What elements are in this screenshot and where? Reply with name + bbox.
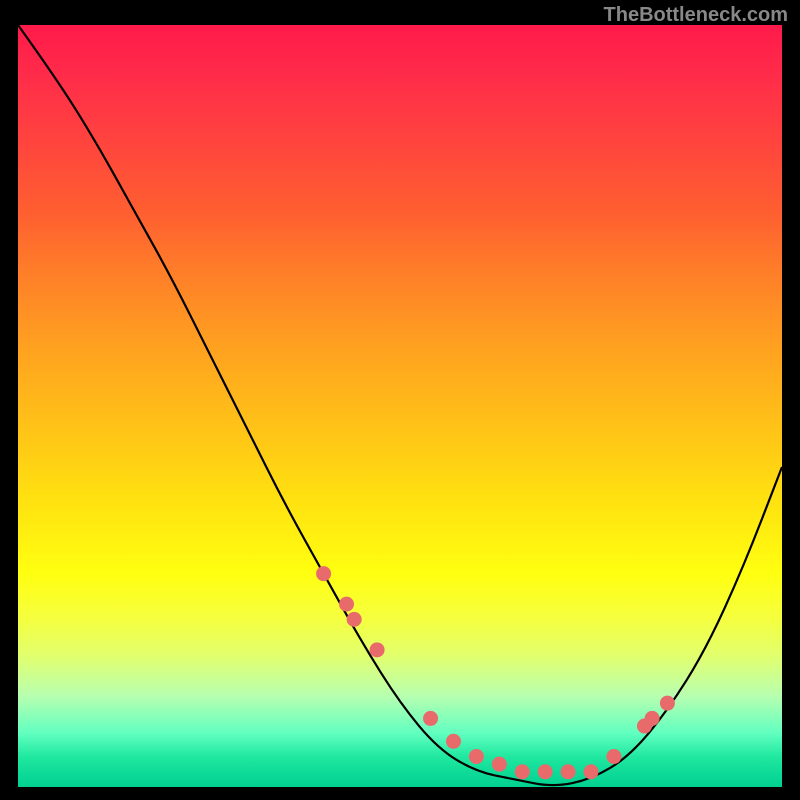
marker-dot bbox=[370, 642, 385, 657]
marker-dot bbox=[446, 734, 461, 749]
marker-dot bbox=[515, 764, 530, 779]
marker-dot bbox=[606, 749, 621, 764]
marker-dot bbox=[339, 597, 354, 612]
marker-dot bbox=[645, 711, 660, 726]
marker-dot bbox=[492, 757, 507, 772]
marker-dot bbox=[469, 749, 484, 764]
plot-area bbox=[18, 25, 782, 787]
marker-dot bbox=[538, 764, 553, 779]
marker-dot bbox=[660, 696, 675, 711]
marker-dot bbox=[316, 566, 331, 581]
marker-dot bbox=[561, 764, 576, 779]
marker-dot bbox=[347, 612, 362, 627]
marker-dot bbox=[584, 764, 599, 779]
watermark-text: TheBottleneck.com bbox=[604, 4, 788, 27]
marker-dots bbox=[316, 566, 675, 779]
curve-line bbox=[18, 25, 782, 785]
chart-svg bbox=[18, 25, 782, 787]
marker-dot bbox=[423, 711, 438, 726]
